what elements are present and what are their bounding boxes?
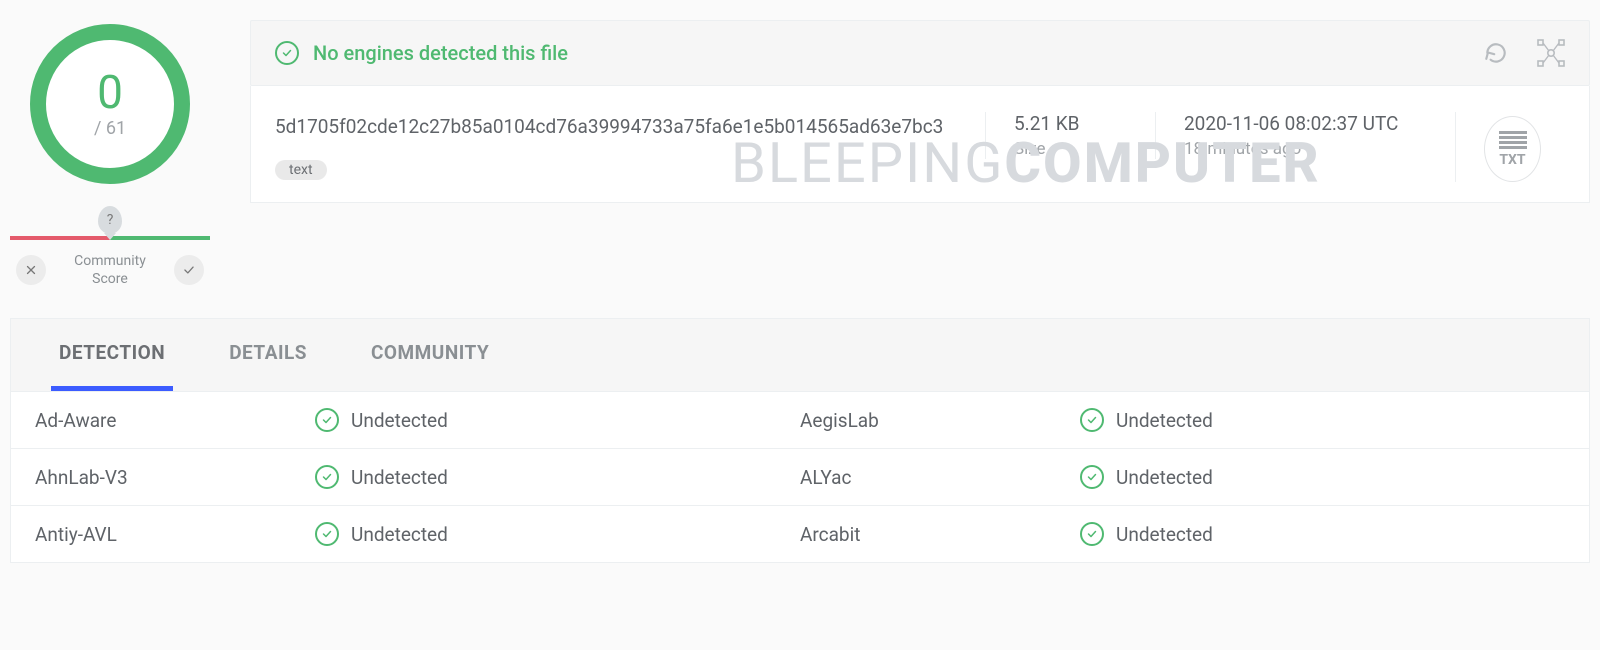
check-circle-icon	[1080, 408, 1104, 432]
main-panel: No engines detected this file	[250, 20, 1590, 288]
engine-status: Undetected	[315, 408, 800, 432]
status-text: Undetected	[351, 409, 448, 432]
community-label-line2: Score	[74, 270, 146, 288]
score-panel: 0 / 61 ? Community Score	[10, 20, 210, 288]
more-actions-button[interactable]	[1537, 39, 1565, 67]
status-text: Undetected	[1116, 523, 1213, 546]
table-row: AhnLab-V3 Undetected ALYac Undetected	[10, 449, 1590, 506]
detection-total: / 61	[94, 118, 126, 139]
engine-name: AhnLab-V3	[35, 466, 315, 489]
table-row: Ad-Aware Undetected AegisLab Undetected	[10, 392, 1590, 449]
tabs-section: DETECTION DETAILS COMMUNITY	[10, 318, 1590, 392]
file-type-label: TXT	[1499, 152, 1525, 168]
top-section: 0 / 61 ? Community Score	[0, 0, 1600, 288]
status-text: Undetected	[351, 466, 448, 489]
community-marker-icon: ?	[98, 206, 122, 234]
community-score-block: ? Community Score	[10, 206, 210, 288]
check-circle-icon	[315, 408, 339, 432]
check-circle-icon	[1080, 465, 1104, 489]
tab-details[interactable]: DETAILS	[221, 319, 315, 391]
detection-banner: No engines detected this file	[250, 20, 1590, 86]
table-row: Antiy-AVL Undetected Arcabit Undetected	[10, 506, 1590, 563]
engine-name: ALYac	[800, 466, 1080, 489]
file-timestamp-label: 18 minutes ago	[1184, 139, 1431, 159]
file-hash[interactable]: 5d1705f02cde12c27b85a0104cd76a39994733a7…	[275, 112, 961, 142]
engine-status: Undetected	[315, 465, 800, 489]
vote-up-button[interactable]	[174, 255, 204, 285]
check-icon	[182, 263, 196, 277]
file-size-value: 5.21 KB	[1014, 112, 1131, 135]
check-circle-icon	[275, 41, 299, 65]
check-circle-icon	[315, 465, 339, 489]
community-bar-negative	[10, 236, 110, 240]
vote-down-button[interactable]	[16, 255, 46, 285]
engine-status: Undetected	[1080, 465, 1565, 489]
community-label-line1: Community	[74, 252, 146, 270]
engine-status: Undetected	[1080, 522, 1565, 546]
check-circle-icon	[315, 522, 339, 546]
engine-status: Undetected	[1080, 408, 1565, 432]
detection-count: 0	[97, 70, 123, 116]
file-size-label: Size	[1014, 139, 1131, 159]
file-info-panel: 5d1705f02cde12c27b85a0104cd76a39994733a7…	[250, 86, 1590, 203]
refresh-icon	[1483, 40, 1509, 66]
engine-name: Ad-Aware	[35, 409, 315, 432]
tab-detection[interactable]: DETECTION	[51, 319, 173, 391]
engine-name: AegisLab	[800, 409, 1080, 432]
community-bar-positive	[110, 236, 210, 240]
status-text: Undetected	[1116, 409, 1213, 432]
file-type-badge: TXT	[1484, 116, 1541, 182]
detection-list: Ad-Aware Undetected AegisLab Undetected …	[10, 392, 1590, 563]
check-circle-icon	[1080, 522, 1104, 546]
file-timestamp-value: 2020-11-06 08:02:37 UTC	[1184, 112, 1431, 135]
status-text: Undetected	[351, 523, 448, 546]
close-icon	[24, 263, 38, 277]
engine-status: Undetected	[315, 522, 800, 546]
banner-text: No engines detected this file	[313, 41, 568, 65]
graph-icon	[1537, 39, 1565, 67]
tab-bar: DETECTION DETAILS COMMUNITY	[11, 319, 1589, 391]
engine-name: Arcabit	[800, 523, 1080, 546]
text-lines-icon	[1499, 131, 1527, 149]
status-text: Undetected	[1116, 466, 1213, 489]
reanalyze-button[interactable]	[1483, 40, 1509, 66]
detection-score-circle: 0 / 61	[30, 24, 190, 184]
tab-community[interactable]: COMMUNITY	[363, 319, 497, 391]
community-score-label: Community Score	[74, 252, 146, 288]
engine-name: Antiy-AVL	[35, 523, 315, 546]
question-icon: ?	[107, 212, 114, 228]
file-type-tag[interactable]: text	[275, 160, 327, 180]
